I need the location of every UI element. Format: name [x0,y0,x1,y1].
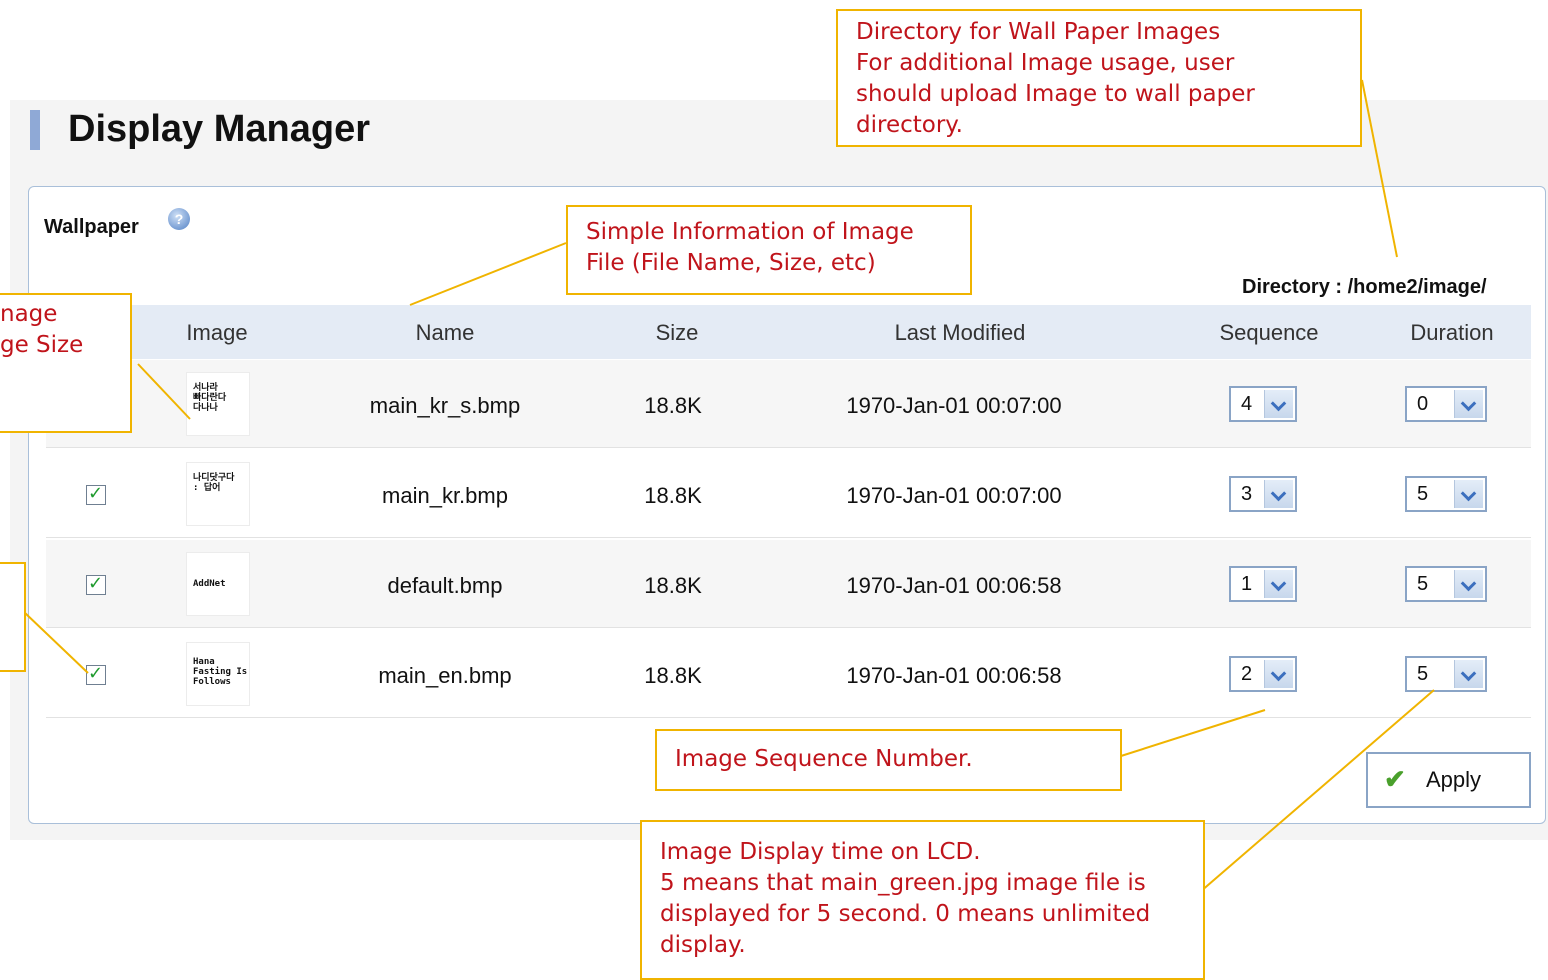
file-size: 18.8K [644,393,702,418]
sequence-select[interactable]: 1 [1229,566,1297,602]
image-thumbnail: AddNet [186,552,250,616]
file-size: 18.8K [644,483,702,508]
callout-text: Image Sequence Number. [675,746,973,772]
file-size: 18.8K [644,573,702,598]
callout-text: Directory for Wall Paper Images [856,19,1221,45]
callout-text: nage [0,301,58,327]
apply-label: Apply [1426,767,1482,792]
sequence-value: 3 [1241,483,1253,505]
column-header-size: Size [655,320,699,345]
sequence-select[interactable]: 3 [1229,476,1297,512]
apply-button[interactable]: ✔ Apply [1366,752,1531,808]
sequence-select[interactable]: 4 [1229,386,1297,422]
last-modified: 1970-Jan-01 00:06:58 [846,573,1062,598]
callout-text: Image Display time on LCD. [660,839,981,865]
column-header-last-modified: Last Modified [894,320,1026,345]
sequence-value: 4 [1241,393,1253,415]
duration-value: 0 [1417,393,1429,415]
callout-text: ge Size [0,332,84,358]
file-name: main_kr_s.bmp [369,393,521,418]
callout-image: nage ge Size [0,293,132,433]
chevron-down-icon [1264,660,1293,688]
row-checkbox[interactable] [86,573,106,595]
callout-text: directory. [856,112,963,138]
duration-select[interactable]: 5 [1405,656,1487,692]
duration-select[interactable]: 5 [1405,476,1487,512]
page-title: Display Manager [68,108,370,150]
column-header-name: Name [415,320,475,345]
image-thumbnail: 나디닷구다 : 답어 [186,462,250,526]
chevron-down-icon [1454,390,1483,418]
callout-text: File (File Name, Size, etc) [586,250,876,276]
duration-select[interactable]: 0 [1405,386,1487,422]
checkmark-icon: ✔ [1384,764,1406,794]
file-name: main_en.bmp [378,663,512,688]
last-modified: 1970-Jan-01 00:07:00 [846,393,1062,418]
column-header-duration: Duration [1410,320,1494,345]
table-row [46,450,1531,538]
file-size: 18.8K [644,663,702,688]
callout-directory: Directory for Wall Paper Images For addi… [836,9,1362,147]
callout-text: 5 means that main_green.jpg image file i… [660,870,1146,896]
callout-text: should upload Image to wall paper [856,81,1255,107]
last-modified: 1970-Jan-01 00:07:00 [846,483,1062,508]
title-accent-bar [30,110,40,150]
row-checkbox[interactable] [86,483,106,505]
chevron-down-icon [1454,660,1483,688]
chevron-down-icon [1264,480,1293,508]
chevron-down-icon [1454,570,1483,598]
sequence-select[interactable]: 2 [1229,656,1297,692]
image-thumbnail: 서나라 빠다란다 다나나 [186,372,250,436]
column-header-sequence: Sequence [1219,320,1319,345]
callout-duration: Image Display time on LCD. 5 means that … [640,820,1205,980]
chevron-down-icon [1264,390,1293,418]
duration-value: 5 [1417,573,1429,595]
callout-checkbox [0,562,26,672]
callout-sequence: Image Sequence Number. [655,729,1122,791]
duration-select[interactable]: 5 [1405,566,1487,602]
column-header-image: Image [186,320,248,345]
callout-text: Simple Information of Image [586,219,914,245]
chevron-down-icon [1454,480,1483,508]
callout-file-info: Simple Information of Image File (File N… [566,205,972,295]
callout-text: display. [660,932,746,958]
duration-value: 5 [1417,483,1429,505]
image-thumbnail: Hana Fasting Is Follows [186,642,250,706]
last-modified: 1970-Jan-01 00:06:58 [846,663,1062,688]
file-name: default.bmp [387,573,503,598]
callout-text: For additional Image usage, user [856,50,1235,76]
help-icon[interactable]: ? [168,208,190,230]
table-row [46,360,1531,448]
callout-text: displayed for 5 second. 0 means unlimite… [660,901,1151,927]
sequence-value: 1 [1241,573,1253,595]
row-checkbox[interactable] [86,663,106,685]
directory-path: Directory : /home2/image/ [1242,276,1487,298]
file-name: main_kr.bmp [382,483,508,508]
chevron-down-icon [1264,570,1293,598]
duration-value: 5 [1417,663,1429,685]
sequence-value: 2 [1241,663,1253,685]
wallpaper-label: Wallpaper [44,216,139,238]
table-row [46,630,1531,718]
table-row [46,540,1531,628]
